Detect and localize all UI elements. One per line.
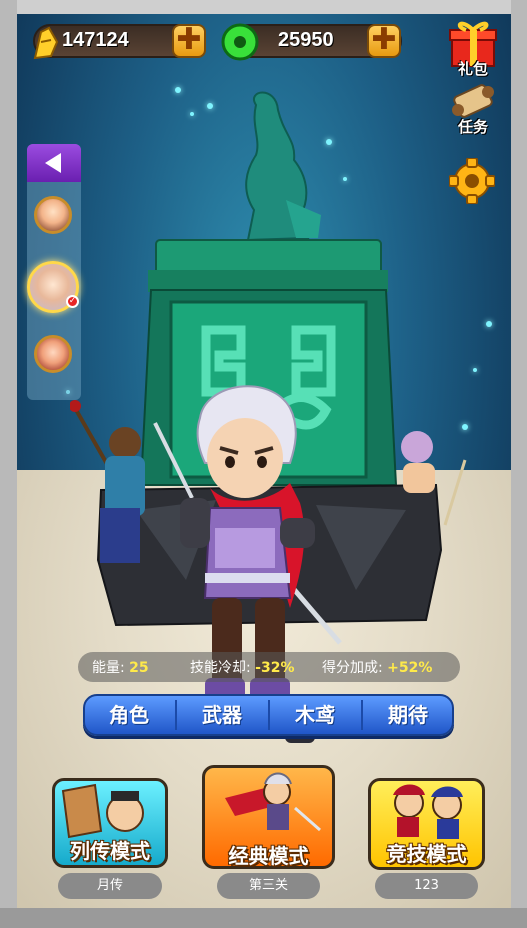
classic-mode-progress: 第三关 <box>217 873 320 899</box>
jade-coin-icon <box>221 23 259 61</box>
settings-gear-icon[interactable] <box>449 158 495 204</box>
cooldown-label: 技能冷却: <box>190 660 251 676</box>
energy-label: 能量: <box>92 660 125 676</box>
arena-mode-label: 竞技模式 <box>386 842 467 866</box>
task-label: 任务 <box>457 118 488 136</box>
arrow-left-icon <box>45 153 61 173</box>
npc-warrior-left <box>70 400 145 563</box>
npc-girl-right <box>401 431 467 526</box>
sparkle <box>486 321 492 327</box>
arena-mode-button[interactable]: 竞技模式 <box>368 778 485 870</box>
hero-avatar-1[interactable] <box>34 196 72 234</box>
device-frame-bottom <box>0 908 527 928</box>
hero-avatar-3[interactable] <box>34 335 72 373</box>
tab-coming-soon[interactable]: 期待 <box>362 694 454 736</box>
tab-weapon[interactable]: 武器 <box>176 694 268 736</box>
fighters-icon <box>393 784 463 839</box>
game-screen: 147124 ✚ 25950 ✚ 礼包 任务 ✓ 能量: 25 技能冷却: -3… <box>0 0 527 928</box>
cooldown-value: -32% <box>255 660 295 676</box>
biography-mode-button[interactable]: 列传模式 <box>52 778 168 868</box>
gift-label: 礼包 <box>457 60 488 78</box>
energy-stat: 能量: 25 <box>92 657 149 677</box>
arena-mode-progress: 123 <box>375 873 478 899</box>
scholar-icon <box>61 783 144 839</box>
device-frame-left <box>0 0 17 928</box>
task-button[interactable]: 任务 <box>446 84 500 140</box>
classic-mode-button[interactable]: 经典模式 <box>202 765 335 869</box>
scroll-icon <box>452 84 494 118</box>
add-gold-button[interactable]: ✚ <box>172 24 206 58</box>
tab-wooden-kite[interactable]: 木鸢 <box>269 694 361 736</box>
biography-mode-label: 列传模式 <box>70 839 150 863</box>
device-frame-right <box>511 0 527 928</box>
energy-value: 25 <box>129 660 149 676</box>
gold-ingot-icon <box>33 26 59 60</box>
main-hero-character <box>153 385 342 743</box>
score-bonus-label: 得分加成: <box>322 660 383 676</box>
jade-amount: 25950 <box>278 29 334 51</box>
gold-amount: 147124 <box>62 29 129 51</box>
swordsman-icon <box>225 772 321 832</box>
score-bonus-value: +52% <box>387 660 433 676</box>
score-bonus-stat: 得分加成: +52% <box>322 657 432 677</box>
tab-character[interactable]: 角色 <box>83 694 175 736</box>
classic-mode-label: 经典模式 <box>228 844 309 868</box>
device-frame-top <box>0 0 527 14</box>
sparkle <box>473 368 477 372</box>
gift-pack-button[interactable]: 礼包 <box>446 18 500 78</box>
add-jade-button[interactable]: ✚ <box>367 24 401 58</box>
collapse-panel-button[interactable] <box>27 144 81 182</box>
biography-mode-progress: 月传 <box>58 873 162 899</box>
cooldown-stat: 技能冷却: -32% <box>190 657 295 677</box>
selected-check-icon: ✓ <box>66 295 79 308</box>
